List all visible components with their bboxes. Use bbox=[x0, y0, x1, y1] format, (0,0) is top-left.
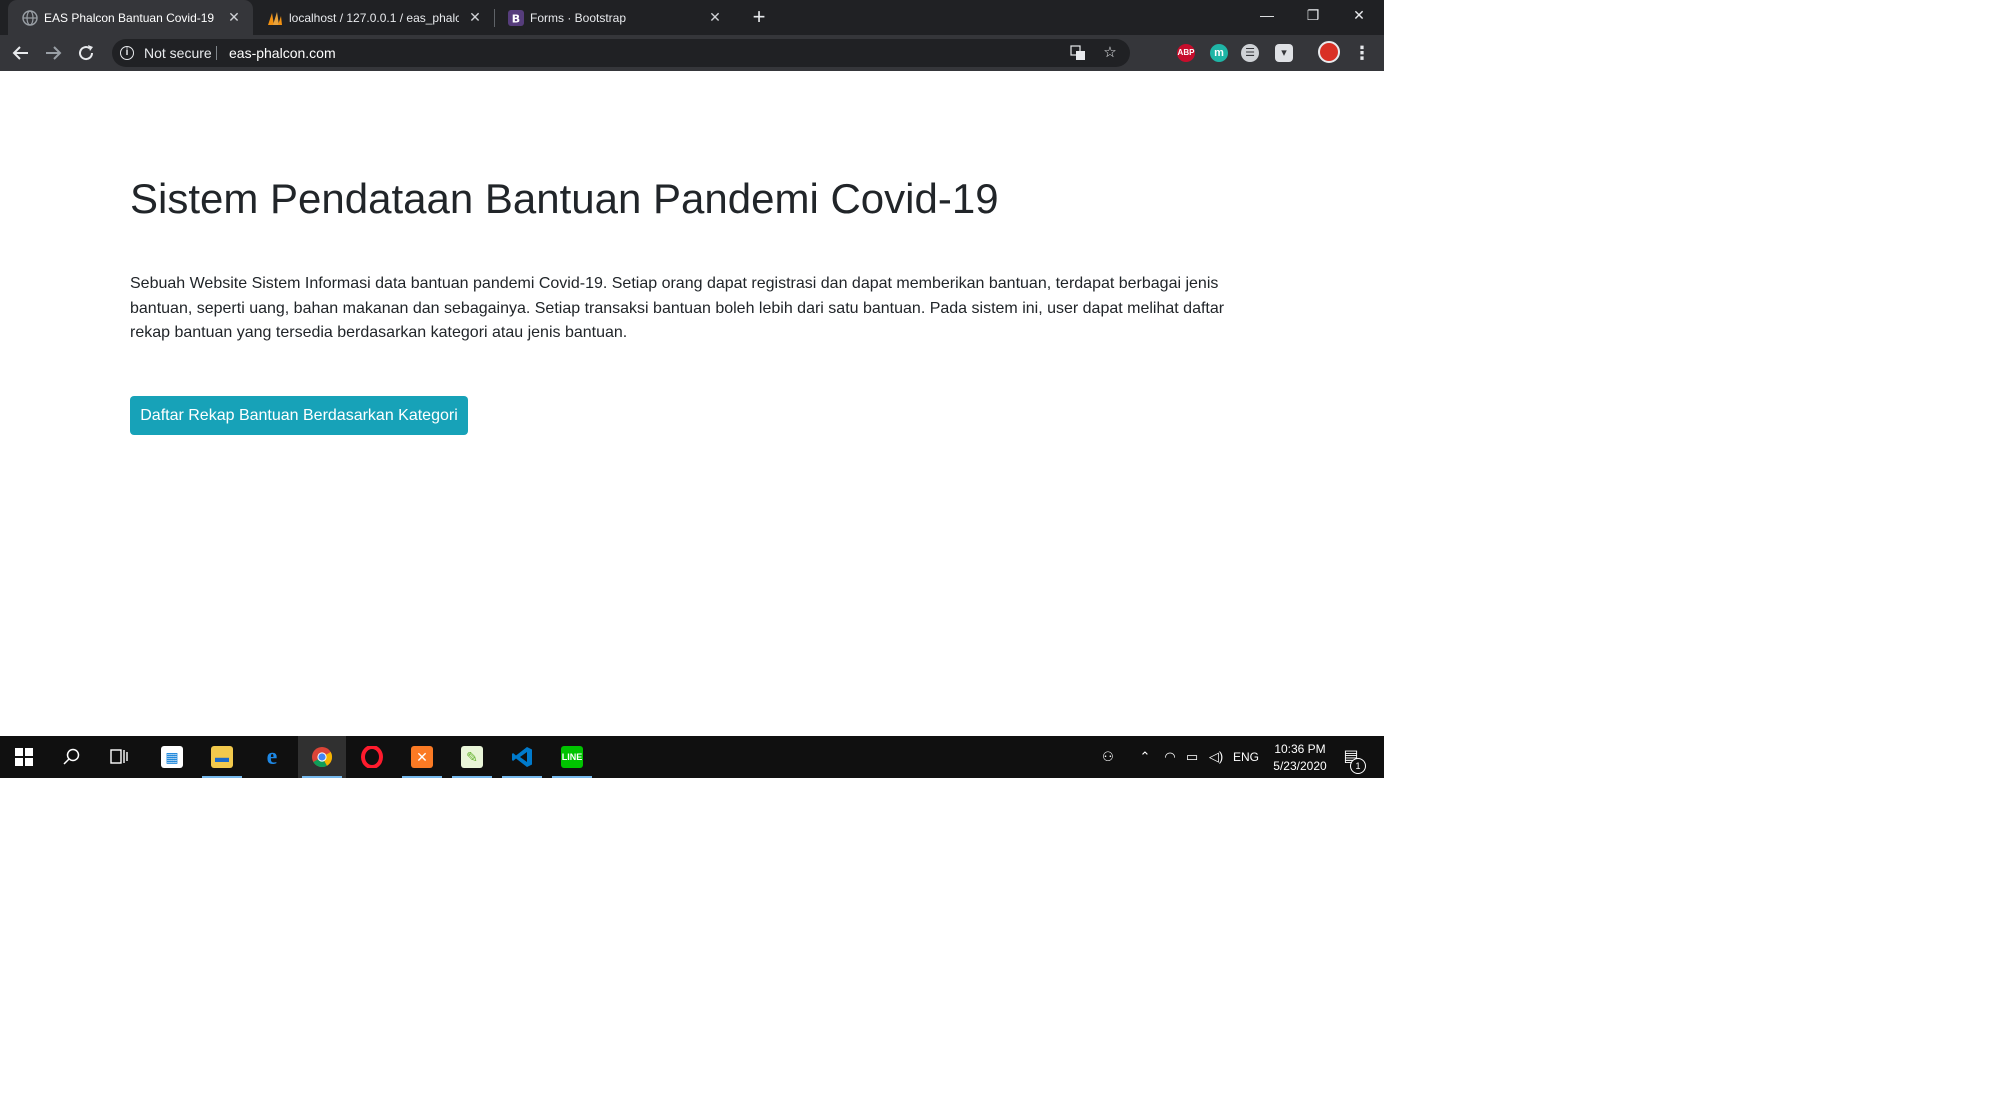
store-icon: ▦ bbox=[161, 746, 183, 768]
phpmyadmin-icon bbox=[268, 12, 282, 25]
page-description: Sebuah Website Sistem Informasi data ban… bbox=[130, 275, 1225, 341]
browser-toolbar: i Not secure eas-phalcon.com ☆ ABP m ☰ ▾… bbox=[0, 35, 1384, 71]
taskbar-line[interactable]: LINE bbox=[548, 736, 596, 778]
close-window-button[interactable]: ✕ bbox=[1336, 0, 1382, 30]
file-explorer-icon: ▬ bbox=[211, 746, 233, 768]
forward-button[interactable] bbox=[41, 41, 65, 65]
back-button[interactable] bbox=[9, 41, 33, 65]
security-label[interactable]: Not secure bbox=[144, 44, 212, 62]
adblock-extension-icon[interactable]: ABP bbox=[1177, 44, 1195, 62]
taskbar-vscode[interactable] bbox=[498, 736, 546, 778]
svg-text:B: B bbox=[512, 13, 520, 26]
tab-bootstrap[interactable]: B Forms · Bootstrap ✕ bbox=[494, 0, 734, 35]
opera-icon bbox=[361, 746, 383, 768]
arrow-left-icon bbox=[12, 46, 28, 60]
running-indicator bbox=[502, 776, 542, 778]
tab-title: Forms · Bootstrap bbox=[530, 11, 627, 25]
tab-title: EAS Phalcon Bantuan Covid-19 bbox=[44, 11, 214, 25]
reload-icon bbox=[79, 45, 94, 61]
browser-titlebar: EAS Phalcon Bantuan Covid-19 ✕ localhost… bbox=[0, 0, 1384, 35]
chrome-icon bbox=[312, 747, 333, 768]
star-icon[interactable]: ☆ bbox=[1100, 43, 1120, 63]
taskbar-store[interactable]: ▦ bbox=[148, 736, 196, 778]
rekap-bantuan-button[interactable]: Daftar Rekap Bantuan Berdasarkan Kategor… bbox=[130, 396, 468, 435]
battery-icon[interactable]: ▭ bbox=[1180, 736, 1204, 778]
address-bar[interactable]: i Not secure eas-phalcon.com ☆ bbox=[112, 39, 1130, 67]
arrow-right-icon bbox=[46, 46, 62, 60]
restore-button[interactable]: ❐ bbox=[1290, 0, 1336, 30]
translate-glyph bbox=[1070, 45, 1085, 60]
download-extension-icon[interactable]: ▾ bbox=[1275, 44, 1293, 62]
chevron-up-icon[interactable]: ⌃ bbox=[1133, 736, 1157, 778]
page-content: Sistem Pendataan Bantuan Pandemi Covid-1… bbox=[0, 71, 1384, 736]
browser-menu-button[interactable]: ⋮ bbox=[1352, 41, 1372, 65]
tab-eas-phalcon[interactable]: EAS Phalcon Bantuan Covid-19 ✕ bbox=[8, 0, 253, 35]
translate-icon[interactable] bbox=[1068, 43, 1088, 63]
profile-avatar[interactable] bbox=[1318, 41, 1340, 63]
close-icon[interactable]: ✕ bbox=[225, 8, 243, 26]
running-indicator bbox=[402, 776, 442, 778]
minimize-button[interactable]: — bbox=[1244, 0, 1290, 30]
clock-date[interactable]: 5/23/2020 bbox=[1264, 758, 1336, 774]
windows-taskbar: ▦ ▬ e ✕ ✎ LINE ⚇ ⌃ ◠ ▭ ◁) ENG 10:36 PM 5… bbox=[0, 736, 1384, 778]
wifi-icon[interactable]: ◠ bbox=[1158, 736, 1182, 778]
close-icon[interactable]: ✕ bbox=[466, 8, 484, 26]
screenshot: EAS Phalcon Bantuan Covid-19 ✕ localhost… bbox=[0, 0, 1384, 778]
line-icon: LINE bbox=[561, 746, 583, 768]
running-indicator bbox=[452, 776, 492, 778]
url-text[interactable]: eas-phalcon.com bbox=[229, 44, 336, 62]
taskbar-edge[interactable]: e bbox=[248, 736, 296, 778]
start-icon bbox=[15, 748, 33, 766]
bootstrap-icon: B bbox=[508, 10, 524, 26]
running-indicator bbox=[302, 776, 342, 778]
globe-icon bbox=[22, 10, 38, 26]
m-extension-icon[interactable]: m bbox=[1210, 44, 1228, 62]
notepadpp-icon: ✎ bbox=[461, 746, 483, 768]
volume-icon[interactable]: ◁) bbox=[1204, 736, 1228, 778]
reload-button[interactable] bbox=[74, 41, 98, 65]
info-icon[interactable]: i bbox=[120, 46, 134, 60]
people-icon[interactable]: ⚇ bbox=[1096, 736, 1120, 778]
search-icon bbox=[63, 748, 80, 765]
taskbar-opera[interactable] bbox=[348, 736, 396, 778]
page-title: Sistem Pendataan Bantuan Pandemi Covid-1… bbox=[130, 175, 999, 222]
taskbar-notepadpp[interactable]: ✎ bbox=[448, 736, 496, 778]
xampp-icon: ✕ bbox=[411, 746, 433, 768]
task-view-button[interactable] bbox=[96, 736, 144, 778]
running-indicator bbox=[552, 776, 592, 778]
edge-icon: e bbox=[266, 744, 278, 770]
taskbar-search[interactable] bbox=[48, 736, 96, 778]
close-icon[interactable]: ✕ bbox=[706, 8, 724, 26]
taskbar-file-explorer[interactable]: ▬ bbox=[198, 736, 246, 778]
taskbar-chrome[interactable] bbox=[298, 736, 346, 778]
vscode-icon bbox=[512, 747, 532, 767]
notification-badge: 1 bbox=[1350, 758, 1366, 774]
running-indicator bbox=[202, 776, 242, 778]
tab-title: localhost / 127.0.0.1 / eas_phalcon bbox=[289, 11, 459, 25]
tab-phpmyadmin[interactable]: localhost / 127.0.0.1 / eas_phalcon ✕ bbox=[253, 0, 494, 35]
language-indicator[interactable]: ENG bbox=[1228, 736, 1264, 778]
new-tab-button[interactable]: + bbox=[747, 5, 771, 29]
chat-extension-icon[interactable]: ☰ bbox=[1241, 44, 1259, 62]
taskbar-xampp[interactable]: ✕ bbox=[398, 736, 446, 778]
start-button[interactable] bbox=[0, 736, 48, 778]
clock-time[interactable]: 10:36 PM bbox=[1264, 741, 1336, 757]
omnibox-divider bbox=[216, 46, 217, 60]
task-view-icon bbox=[110, 749, 128, 764]
